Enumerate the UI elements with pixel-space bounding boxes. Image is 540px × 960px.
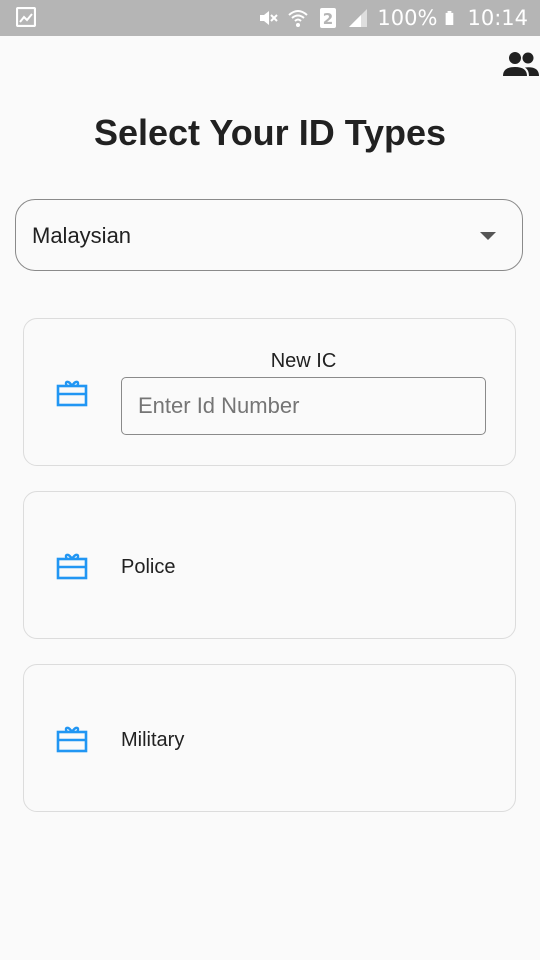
status-icons: 2 100% 10:14	[257, 0, 528, 36]
id-number-input[interactable]	[121, 377, 486, 435]
svg-text:2: 2	[323, 10, 333, 28]
id-type-card-new-ic[interactable]: New IC	[23, 318, 516, 466]
battery-percentage: 100%	[377, 6, 438, 30]
signal-icon	[349, 9, 368, 27]
mute-icon	[260, 11, 279, 25]
id-type-label: Police	[121, 556, 176, 578]
id-type-card-police[interactable]: Police	[23, 491, 516, 639]
id-card-icon	[56, 553, 88, 580]
battery-icon	[446, 11, 454, 25]
id-type-label: Military	[121, 729, 185, 751]
nationality-dropdown[interactable]: Malaysian	[15, 199, 523, 271]
id-type-card-military[interactable]: Military	[23, 664, 516, 812]
caret-down-icon	[480, 232, 496, 240]
id-card-icon	[56, 726, 88, 753]
group-icon[interactable]	[502, 50, 540, 78]
id-card-icon	[56, 380, 88, 407]
page-title: Select Your ID Types	[93, 112, 447, 153]
id-type-label: New IC	[270, 350, 337, 372]
status-bar: 2 100% 10:14	[0, 0, 540, 36]
dropdown-selected-value: Malaysian	[32, 223, 132, 248]
sim-2-icon: 2	[320, 8, 337, 28]
clock: 10:14	[467, 6, 528, 30]
wifi-icon	[288, 10, 309, 27]
image-icon	[16, 7, 36, 27]
